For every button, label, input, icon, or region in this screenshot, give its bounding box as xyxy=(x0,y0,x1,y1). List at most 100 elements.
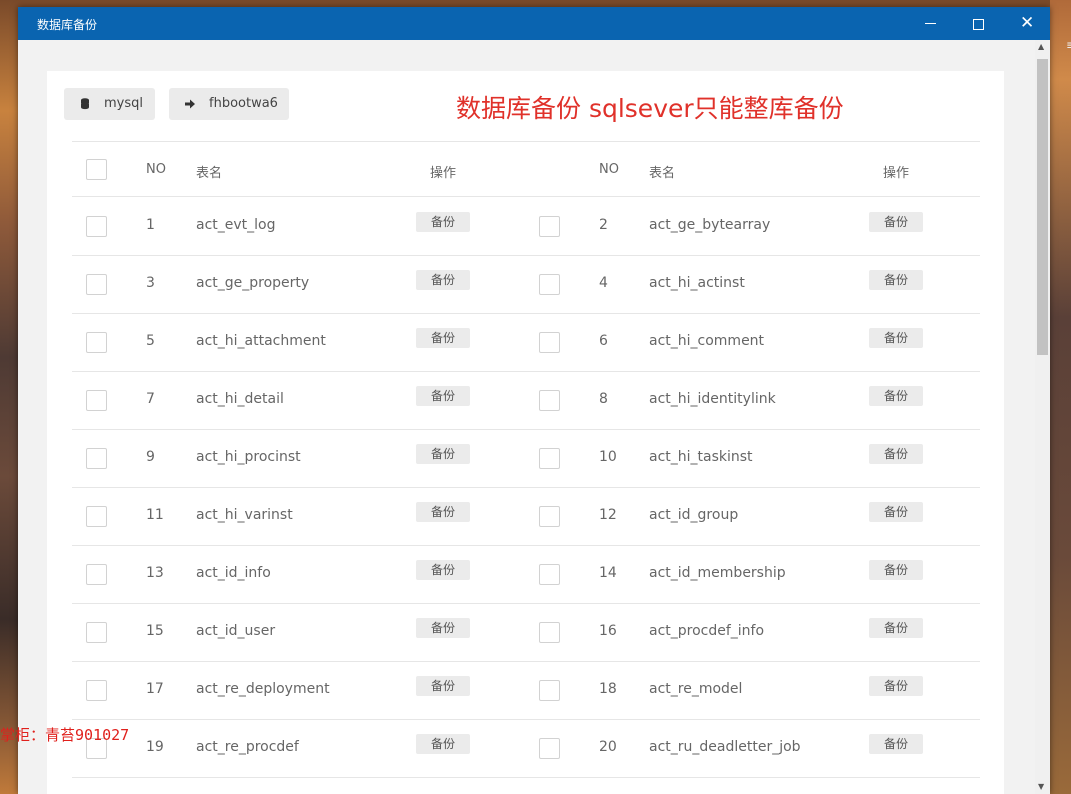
row-table-name: act_hi_identitylink xyxy=(649,391,776,407)
backup-button[interactable]: 备份 xyxy=(869,386,923,406)
watermark-text: 掌柜：青苔901027 xyxy=(0,726,130,744)
backup-button[interactable]: 备份 xyxy=(416,386,470,406)
scrollbar-thumb[interactable] xyxy=(1037,59,1048,355)
row-no: 7 xyxy=(146,391,155,407)
maximize-icon xyxy=(973,19,984,30)
backup-button[interactable]: 备份 xyxy=(416,734,470,754)
close-icon: ✕ xyxy=(1020,13,1035,33)
backup-button[interactable]: 备份 xyxy=(416,212,470,232)
row-table-name: act_hi_taskinst xyxy=(649,449,753,465)
backup-button[interactable]: 备份 xyxy=(416,560,470,580)
header-action-left: 操作 xyxy=(430,166,457,181)
row-table-name: act_id_info xyxy=(196,565,271,581)
row-checkbox[interactable] xyxy=(539,564,560,585)
row-table-name: act_procdef_info xyxy=(649,623,765,639)
row-no: 20 xyxy=(599,739,617,755)
backup-button[interactable]: 备份 xyxy=(416,618,470,638)
row-no: 11 xyxy=(146,507,164,523)
row-checkbox[interactable] xyxy=(539,448,560,469)
row-table-name: act_hi_varinst xyxy=(196,507,293,523)
row-checkbox[interactable] xyxy=(539,274,560,295)
row-checkbox[interactable] xyxy=(539,738,560,759)
backup-button[interactable]: 备份 xyxy=(869,560,923,580)
row-no: 4 xyxy=(599,275,608,291)
row-checkbox[interactable] xyxy=(86,448,107,469)
row-no: 9 xyxy=(146,449,155,465)
header-no-left: NO xyxy=(146,162,166,177)
desktop-background xyxy=(1050,0,1071,794)
header-no-right: NO xyxy=(599,162,619,177)
table-top-border xyxy=(72,141,980,142)
row-no: 6 xyxy=(599,333,608,349)
scroll-down-icon[interactable]: ▼ xyxy=(1038,782,1044,791)
row-table-name: act_id_group xyxy=(649,507,739,523)
row-table-name: act_hi_procinst xyxy=(196,449,301,465)
header-name-left: 表名 xyxy=(196,166,223,181)
row-table-name: act_hi_actinst xyxy=(649,275,745,291)
row-divider xyxy=(72,777,980,778)
backup-button[interactable]: 备份 xyxy=(869,212,923,232)
row-checkbox[interactable] xyxy=(86,390,107,411)
row-checkbox[interactable] xyxy=(539,680,560,701)
row-checkbox[interactable] xyxy=(539,216,560,237)
row-divider xyxy=(72,371,980,372)
row-no: 8 xyxy=(599,391,608,407)
row-checkbox[interactable] xyxy=(539,622,560,643)
header-name-right: 表名 xyxy=(649,166,676,181)
backup-button[interactable]: 备份 xyxy=(416,676,470,696)
backup-button[interactable]: 备份 xyxy=(869,734,923,754)
row-table-name: act_ge_property xyxy=(196,275,310,291)
db-type-label: mysql xyxy=(104,96,143,111)
close-button[interactable]: ✕ xyxy=(1004,7,1050,40)
row-table-name: act_hi_attachment xyxy=(196,333,326,349)
row-no: 13 xyxy=(146,565,164,581)
db-type-button[interactable]: mysql xyxy=(64,88,155,120)
row-checkbox[interactable] xyxy=(86,680,107,701)
title-bar: 数据库备份 ✕ xyxy=(18,7,1050,40)
minimize-button[interactable] xyxy=(908,7,954,40)
row-no: 3 xyxy=(146,275,155,291)
row-checkbox[interactable] xyxy=(86,216,107,237)
row-checkbox[interactable] xyxy=(86,506,107,527)
backup-button[interactable]: 备份 xyxy=(869,270,923,290)
select-all-checkbox-left[interactable] xyxy=(86,159,107,180)
row-table-name: act_re_model xyxy=(649,681,743,697)
row-table-name: act_hi_comment xyxy=(649,333,765,349)
backup-button[interactable]: 备份 xyxy=(416,328,470,348)
notice-text: 数据库备份 sqlsever只能整库备份 xyxy=(456,94,844,123)
row-table-name: act_hi_detail xyxy=(196,391,284,407)
row-no: 10 xyxy=(599,449,617,465)
scroll-up-icon[interactable]: ▲ xyxy=(1038,42,1044,51)
row-checkbox[interactable] xyxy=(539,390,560,411)
backup-button[interactable]: 备份 xyxy=(416,270,470,290)
backup-button[interactable]: 备份 xyxy=(416,444,470,464)
backup-button[interactable]: 备份 xyxy=(869,328,923,348)
backup-button[interactable]: 备份 xyxy=(869,676,923,696)
db-name-button[interactable]: fhbootwa6 xyxy=(169,88,289,120)
row-checkbox[interactable] xyxy=(539,506,560,527)
row-table-name: act_id_user xyxy=(196,623,276,639)
minimize-icon xyxy=(925,23,936,24)
row-checkbox[interactable] xyxy=(86,274,107,295)
row-divider xyxy=(72,719,980,720)
vertical-scrollbar[interactable]: ▲ ▼ xyxy=(1035,40,1050,794)
row-no: 12 xyxy=(599,507,617,523)
backup-button[interactable]: 备份 xyxy=(869,618,923,638)
db-name-label: fhbootwa6 xyxy=(209,96,278,111)
row-divider xyxy=(72,545,980,546)
row-checkbox[interactable] xyxy=(86,332,107,353)
backup-button[interactable]: 备份 xyxy=(416,502,470,522)
row-divider xyxy=(72,661,980,662)
window-title: 数据库备份 xyxy=(37,18,98,32)
row-divider xyxy=(72,255,980,256)
table-card: mysql fhbootwa6 数据库备份 sqlsever只能整库备份 NO … xyxy=(47,71,1004,794)
maximize-button[interactable] xyxy=(955,7,1001,40)
backup-button[interactable]: 备份 xyxy=(869,502,923,522)
row-checkbox[interactable] xyxy=(539,332,560,353)
backup-button[interactable]: 备份 xyxy=(869,444,923,464)
row-checkbox[interactable] xyxy=(86,622,107,643)
row-table-name: act_id_membership xyxy=(649,565,786,581)
row-no: 19 xyxy=(146,739,164,755)
row-no: 17 xyxy=(146,681,164,697)
row-checkbox[interactable] xyxy=(86,564,107,585)
